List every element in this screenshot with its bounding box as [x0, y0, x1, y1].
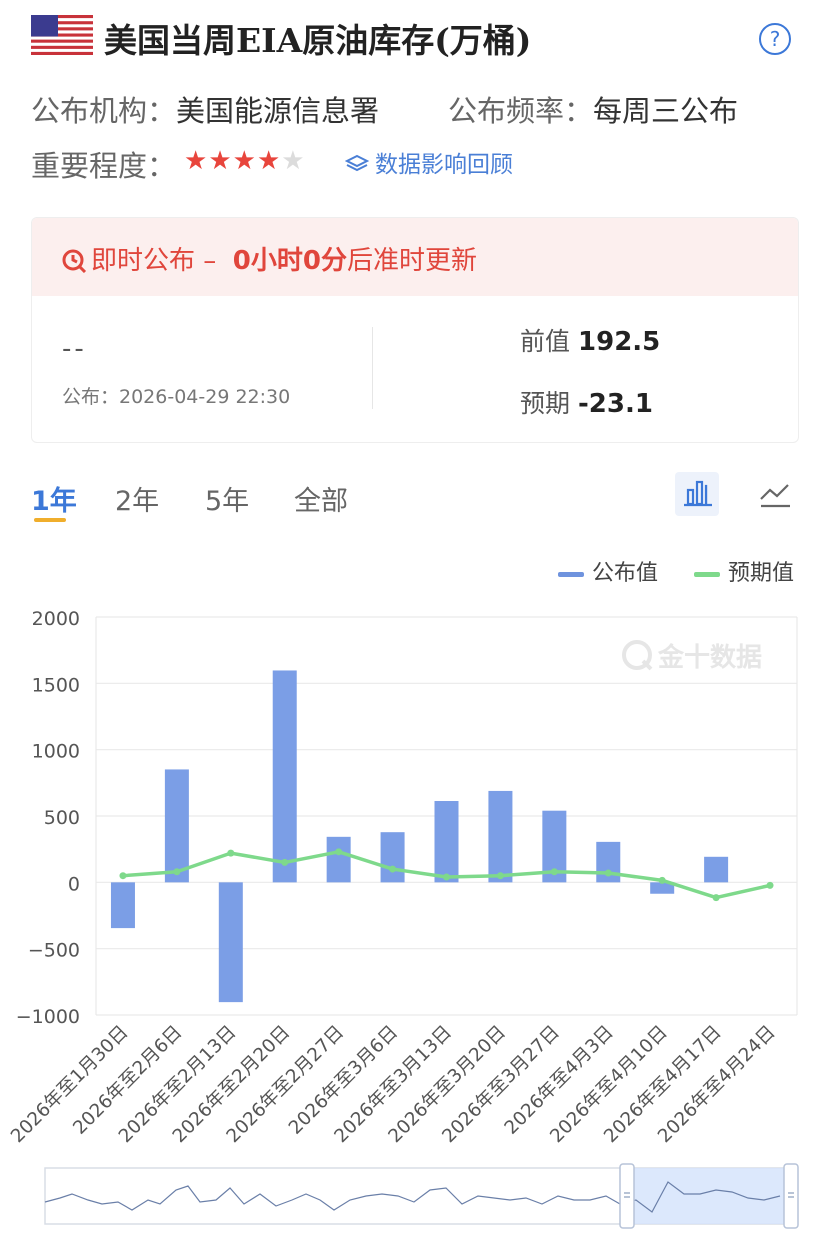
card-divider: [372, 327, 373, 409]
importance-label: 重要程度：: [31, 149, 177, 183]
agency-value: 美国能源信息署: [176, 94, 380, 128]
forecast-point: [496, 872, 504, 880]
forecast-point: [335, 848, 343, 856]
forecast-point: [227, 849, 235, 857]
agency-row: 公布机构：美国能源信息署: [31, 88, 379, 130]
forecast-point: [766, 881, 774, 889]
importance-star: ★: [184, 146, 209, 176]
data-zoom-slider[interactable]: [0, 1160, 828, 1250]
y-tick-label: 1500: [32, 674, 80, 696]
impact-review-label: 数据影响回顾: [375, 152, 513, 178]
importance-star: ★: [281, 146, 306, 176]
watermark-text: 金十数据: [657, 642, 762, 673]
legend-swatch-line: [694, 571, 720, 577]
y-tick-label: −500: [28, 940, 80, 962]
importance-star: ★: [208, 146, 233, 176]
impact-review-link[interactable]: 数据影响回顾: [344, 145, 513, 179]
tab-5y[interactable]: 5年: [205, 479, 249, 518]
y-tick-label: 1000: [32, 741, 80, 763]
bar-mark: [488, 790, 513, 883]
frequency-label: 公布频率：: [448, 94, 594, 128]
slider-handle-right[interactable]: [783, 1163, 799, 1229]
us-flag-icon: [31, 15, 93, 55]
bar-mark: [434, 801, 459, 883]
forecast-point: [389, 865, 397, 873]
actual-value: --: [62, 334, 87, 364]
forecast-row: 预期 -23.1: [520, 384, 653, 420]
slider-selection: [628, 1168, 785, 1224]
countdown-text: 即时公布 – 0小时0分后准时更新: [61, 240, 477, 277]
bar-mark: [272, 670, 297, 883]
x-axis-labels: 2026年至1月30日2026年至2月6日2026年至2月13日2026年至2月…: [7, 1022, 780, 1147]
refresh-clock-icon: [62, 249, 87, 274]
watermark: 金十数据: [622, 640, 762, 673]
bar-mark: [326, 836, 351, 883]
forecast-label: 预期: [520, 389, 571, 418]
forecast-point: [550, 868, 558, 876]
legend-forecast[interactable]: 预期值: [694, 555, 794, 587]
y-tick-label: 0: [68, 873, 80, 895]
forecast-point: [604, 869, 612, 877]
agency-label: 公布机构：: [31, 94, 177, 128]
frequency-row: 公布频率：每周三公布: [448, 88, 738, 130]
bar-mark: [380, 832, 405, 883]
legend-label-forecast: 预期值: [728, 561, 795, 586]
tab-all[interactable]: 全部: [294, 479, 348, 518]
forecast-point: [658, 876, 666, 884]
question-circle-icon[interactable]: ?: [759, 23, 791, 55]
legend-swatch-bar: [558, 571, 584, 577]
publish-time: 公布：2026-04-29 22:30: [62, 386, 291, 408]
bar-view-button[interactable]: [675, 472, 719, 516]
legend-label-published: 公布值: [592, 561, 659, 586]
countdown-prefix: 即时公布 –: [91, 246, 217, 276]
previous-row: 前值 192.5: [520, 322, 660, 358]
forecast-point: [281, 858, 289, 866]
slider-handle-left[interactable]: [619, 1163, 635, 1229]
bar-mark: [704, 856, 729, 883]
importance-star: ★: [256, 146, 282, 176]
line-chart-icon: [760, 484, 790, 508]
y-tick-label: 2000: [32, 608, 80, 630]
forecast-value: -23.1: [578, 389, 653, 419]
previous-label: 前值: [520, 327, 571, 356]
active-tab-indicator: [34, 518, 66, 522]
release-card: 即时公布 – 0小时0分后准时更新: [31, 217, 799, 443]
tab-2y[interactable]: 2年: [115, 479, 159, 518]
bar-chart-icon: [684, 480, 712, 507]
countdown-value: 0小时0分: [232, 246, 347, 276]
importance-star: ★: [232, 146, 257, 176]
chart: 金十数据 2000 1500 1000 500 0 −500 −1000 2026年至1月3…: [7, 608, 798, 1147]
tab-1y[interactable]: 1年: [31, 479, 77, 518]
forecast-point: [712, 894, 720, 902]
frequency-value: 每周三公布: [593, 94, 739, 128]
bar-mark: [110, 882, 135, 929]
countdown-banner: 即时公布 – 0小时0分后准时更新: [32, 218, 798, 296]
layers-icon: [344, 154, 370, 172]
legend-published[interactable]: 公布值: [558, 555, 658, 587]
previous-value: 192.5: [578, 327, 661, 357]
y-tick-label: −1000: [16, 1006, 80, 1028]
bar-series: [110, 670, 729, 1003]
line-view-button[interactable]: [753, 472, 797, 516]
y-axis-labels: 2000 1500 1000 500 0 −500 −1000: [16, 608, 80, 1028]
forecast-point: [119, 872, 127, 880]
bar-mark: [164, 769, 189, 883]
forecast-point: [173, 868, 181, 876]
forecast-point: [443, 873, 450, 881]
y-tick-label: 500: [44, 807, 80, 829]
countdown-suffix: 后准时更新: [346, 246, 477, 276]
page-title: 美国当周EIA原油库存(万桶): [104, 21, 532, 60]
importance-stars: ★★★★★: [184, 146, 306, 176]
bar-mark: [218, 882, 243, 1003]
